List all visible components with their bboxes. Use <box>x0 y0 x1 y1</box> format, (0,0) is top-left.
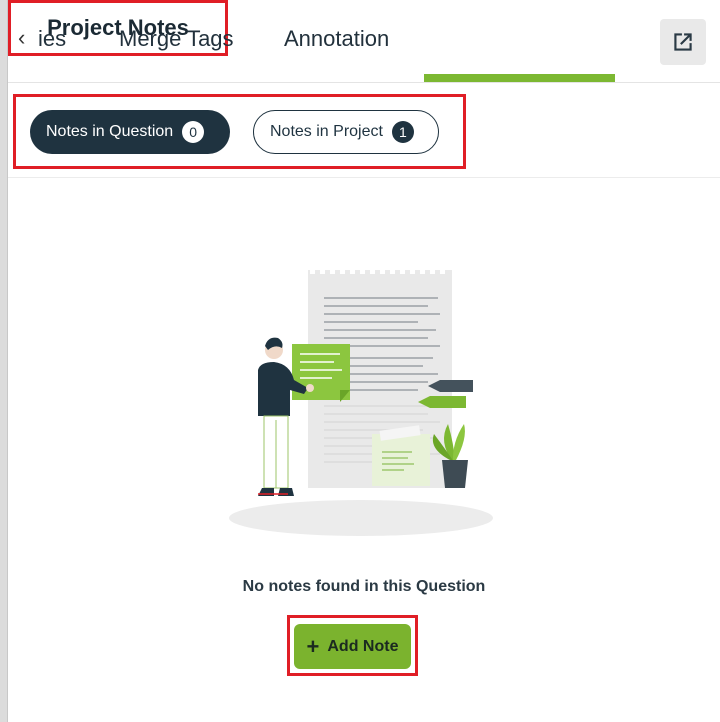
window-edge <box>0 0 8 722</box>
empty-state-message: No notes found in this Question <box>242 578 486 595</box>
external-link-icon <box>674 33 692 51</box>
notes-in-question-count: 0 <box>182 121 205 143</box>
notes-in-question-button[interactable]: Notes in Question 0 <box>30 110 230 154</box>
empty-notes-illustration <box>229 266 493 536</box>
tab-annotation[interactable]: Annotation <box>284 24 389 54</box>
notes-in-project-label: Notes in Project <box>270 123 383 140</box>
section-divider <box>8 177 720 178</box>
tab-merge-tags[interactable]: Merge Tags <box>119 24 234 54</box>
tab-bar: ‹ ies Merge Tags Annotation Project Note… <box>8 0 720 83</box>
notes-in-project-button[interactable]: Notes in Project 1 <box>253 110 439 154</box>
add-note-button[interactable]: + Add Note <box>294 624 411 669</box>
add-note-label: Add Note <box>327 637 399 655</box>
plus-icon: + <box>306 633 320 659</box>
notes-in-question-label: Notes in Question <box>46 123 174 140</box>
popout-button[interactable] <box>660 19 706 65</box>
active-tab-indicator <box>424 74 615 82</box>
chevron-left-icon[interactable]: ‹ <box>18 26 25 50</box>
notes-in-project-count: 1 <box>391 121 414 143</box>
tab-partial[interactable]: ies <box>38 24 66 54</box>
